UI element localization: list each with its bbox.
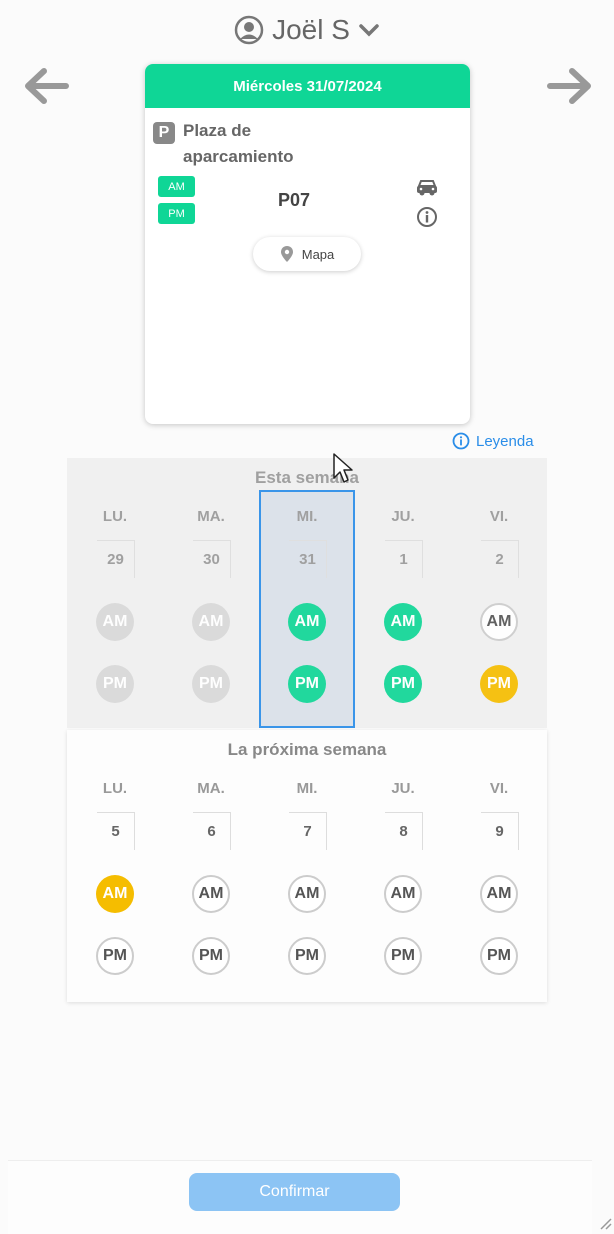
day-date[interactable]: 29 — [97, 540, 135, 578]
pm-slot[interactable]: PM — [480, 937, 518, 975]
day-name: VI. — [489, 780, 509, 797]
day-column-tuesday: MA. 6 AM PM — [163, 730, 259, 1002]
day-column-friday: VI. 9 AM PM — [451, 730, 547, 1002]
day-name: MA. — [197, 508, 225, 525]
day-name: JU. — [391, 780, 415, 797]
day-column-thursday: JU. 1 AM PM — [355, 458, 451, 728]
pm-slot[interactable]: PM — [384, 665, 422, 703]
pm-slot[interactable]: PM — [96, 665, 134, 703]
period-chips: AM PM — [158, 176, 195, 224]
user-circle-icon — [234, 15, 264, 45]
pm-slot[interactable]: PM — [192, 937, 230, 975]
legend-label: Leyenda — [476, 432, 534, 450]
info-circle-icon — [452, 432, 470, 450]
map-button-label: Mapa — [301, 246, 335, 262]
am-slot[interactable]: AM — [96, 875, 134, 913]
day-date[interactable]: 31 — [289, 540, 327, 578]
day-date[interactable]: 2 — [481, 540, 519, 578]
next-day-arrow-icon[interactable] — [546, 66, 594, 106]
user-name: Joël S — [272, 14, 350, 45]
day-column-tuesday: MA. 30 AM PM — [163, 458, 259, 728]
pm-chip: PM — [158, 203, 195, 224]
am-slot[interactable]: AM — [384, 603, 422, 641]
chevron-down-icon[interactable] — [358, 22, 380, 38]
day-column-monday: LU. 29 AM PM — [67, 458, 163, 728]
resize-grip-icon[interactable] — [598, 1216, 612, 1230]
day-name: MI. — [296, 780, 318, 797]
day-date[interactable]: 7 — [289, 812, 327, 850]
map-pin-icon — [280, 246, 293, 262]
confirm-button[interactable]: Confirmar — [189, 1173, 400, 1211]
this-week-calendar: Esta semana LU. 29 AM PM MA. 30 AM PM MI… — [67, 458, 547, 728]
am-slot[interactable]: AM — [384, 875, 422, 913]
reservation-card: Miércoles 31/07/2024 P Plaza de aparcami… — [145, 64, 470, 424]
day-column-monday: LU. 5 AM PM — [67, 730, 163, 1002]
info-icon[interactable] — [416, 206, 438, 228]
am-slot[interactable]: AM — [96, 603, 134, 641]
day-column-friday: VI. 2 AM PM — [451, 458, 547, 728]
am-slot[interactable]: AM — [288, 875, 326, 913]
am-slot[interactable]: AM — [192, 603, 230, 641]
map-button[interactable]: Mapa — [253, 237, 361, 271]
parking-icon: P — [153, 122, 175, 144]
day-name: JU. — [391, 508, 415, 525]
pm-slot[interactable]: PM — [288, 665, 326, 703]
day-name: VI. — [489, 508, 509, 525]
am-slot[interactable]: AM — [480, 603, 518, 641]
user-selector[interactable]: Joël S — [0, 14, 614, 46]
day-date[interactable]: 9 — [481, 812, 519, 850]
pm-slot[interactable]: PM — [288, 937, 326, 975]
day-date[interactable]: 1 — [385, 540, 423, 578]
day-column-wednesday: MI. 31 AM PM — [259, 458, 355, 728]
day-name: LU. — [102, 508, 128, 525]
day-date[interactable]: 8 — [385, 812, 423, 850]
next-week-calendar: La próxima semana LU. 5 AM PM MA. 6 AM P… — [67, 730, 547, 1002]
car-icon — [417, 180, 437, 196]
day-name: MA. — [197, 780, 225, 797]
previous-day-arrow-icon[interactable] — [22, 66, 70, 106]
reservation-type-label: Plaza de aparcamiento — [183, 121, 294, 166]
legend-link[interactable]: Leyenda — [452, 432, 534, 450]
day-date[interactable]: 30 — [193, 540, 231, 578]
day-name: LU. — [102, 780, 128, 797]
am-slot[interactable]: AM — [192, 875, 230, 913]
pm-slot[interactable]: PM — [384, 937, 422, 975]
parking-spot-id: P07 — [278, 190, 311, 210]
pm-slot[interactable]: PM — [480, 665, 518, 703]
day-column-thursday: JU. 8 AM PM — [355, 730, 451, 1002]
pm-slot[interactable]: PM — [96, 937, 134, 975]
reservation-type: P Plaza de aparcamiento — [153, 118, 323, 170]
day-date[interactable]: 5 — [97, 812, 135, 850]
day-column-wednesday: MI. 7 AM PM — [259, 730, 355, 1002]
am-slot[interactable]: AM — [480, 875, 518, 913]
am-slot[interactable]: AM — [288, 603, 326, 641]
day-date[interactable]: 6 — [193, 812, 231, 850]
mouse-cursor-icon — [333, 453, 353, 483]
reservation-date: Miércoles 31/07/2024 — [145, 64, 470, 108]
am-chip: AM — [158, 176, 195, 197]
day-name: MI. — [296, 508, 318, 525]
pm-slot[interactable]: PM — [192, 665, 230, 703]
